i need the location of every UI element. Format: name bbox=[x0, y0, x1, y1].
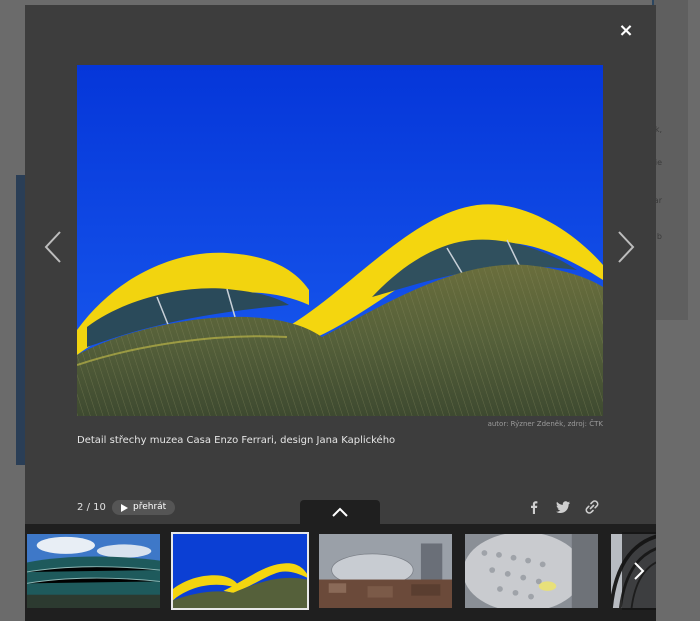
facebook-icon bbox=[531, 501, 538, 514]
copy-link-button[interactable] bbox=[584, 499, 600, 515]
next-photo-button[interactable] bbox=[614, 230, 638, 264]
current-index: 2 bbox=[77, 502, 84, 513]
twitter-icon bbox=[556, 501, 570, 513]
background-snippet: b bbox=[656, 232, 662, 241]
thumbnails-next-button[interactable] bbox=[622, 532, 656, 610]
photo-counter: 2 / 10 bbox=[77, 502, 106, 513]
share-facebook-button[interactable] bbox=[526, 499, 542, 515]
chevron-right-icon bbox=[618, 231, 635, 263]
total-count: 10 bbox=[93, 502, 106, 513]
counter-separator: / bbox=[86, 502, 90, 513]
play-icon bbox=[121, 503, 128, 512]
thumbnail-strip bbox=[25, 524, 656, 621]
gallery-photo bbox=[77, 65, 603, 416]
gallery-modal: × autor: Rýzner Zdeněk, zdroj: ČTK Detai… bbox=[25, 5, 656, 621]
toggle-thumbnails-button[interactable] bbox=[300, 500, 380, 524]
chevron-up-icon bbox=[332, 507, 348, 517]
thumbnail-item[interactable] bbox=[171, 532, 309, 610]
chevron-right-icon bbox=[634, 562, 645, 580]
share-twitter-button[interactable] bbox=[555, 499, 571, 515]
play-label: přehrát bbox=[133, 502, 167, 512]
play-slideshow-button[interactable]: přehrát bbox=[112, 500, 176, 515]
link-icon bbox=[585, 500, 599, 514]
photo-caption: Detail střechy muzea Casa Enzo Ferrari, … bbox=[77, 435, 396, 446]
chevron-left-icon bbox=[44, 231, 61, 263]
close-button[interactable]: × bbox=[616, 21, 636, 41]
thumbnail-item[interactable] bbox=[463, 532, 600, 610]
photo-credit: autor: Rýzner Zdeněk, zdroj: ČTK bbox=[487, 420, 603, 428]
thumbnail-item[interactable] bbox=[317, 532, 454, 610]
prev-photo-button[interactable] bbox=[41, 230, 65, 264]
thumbnail-item[interactable] bbox=[25, 532, 162, 610]
